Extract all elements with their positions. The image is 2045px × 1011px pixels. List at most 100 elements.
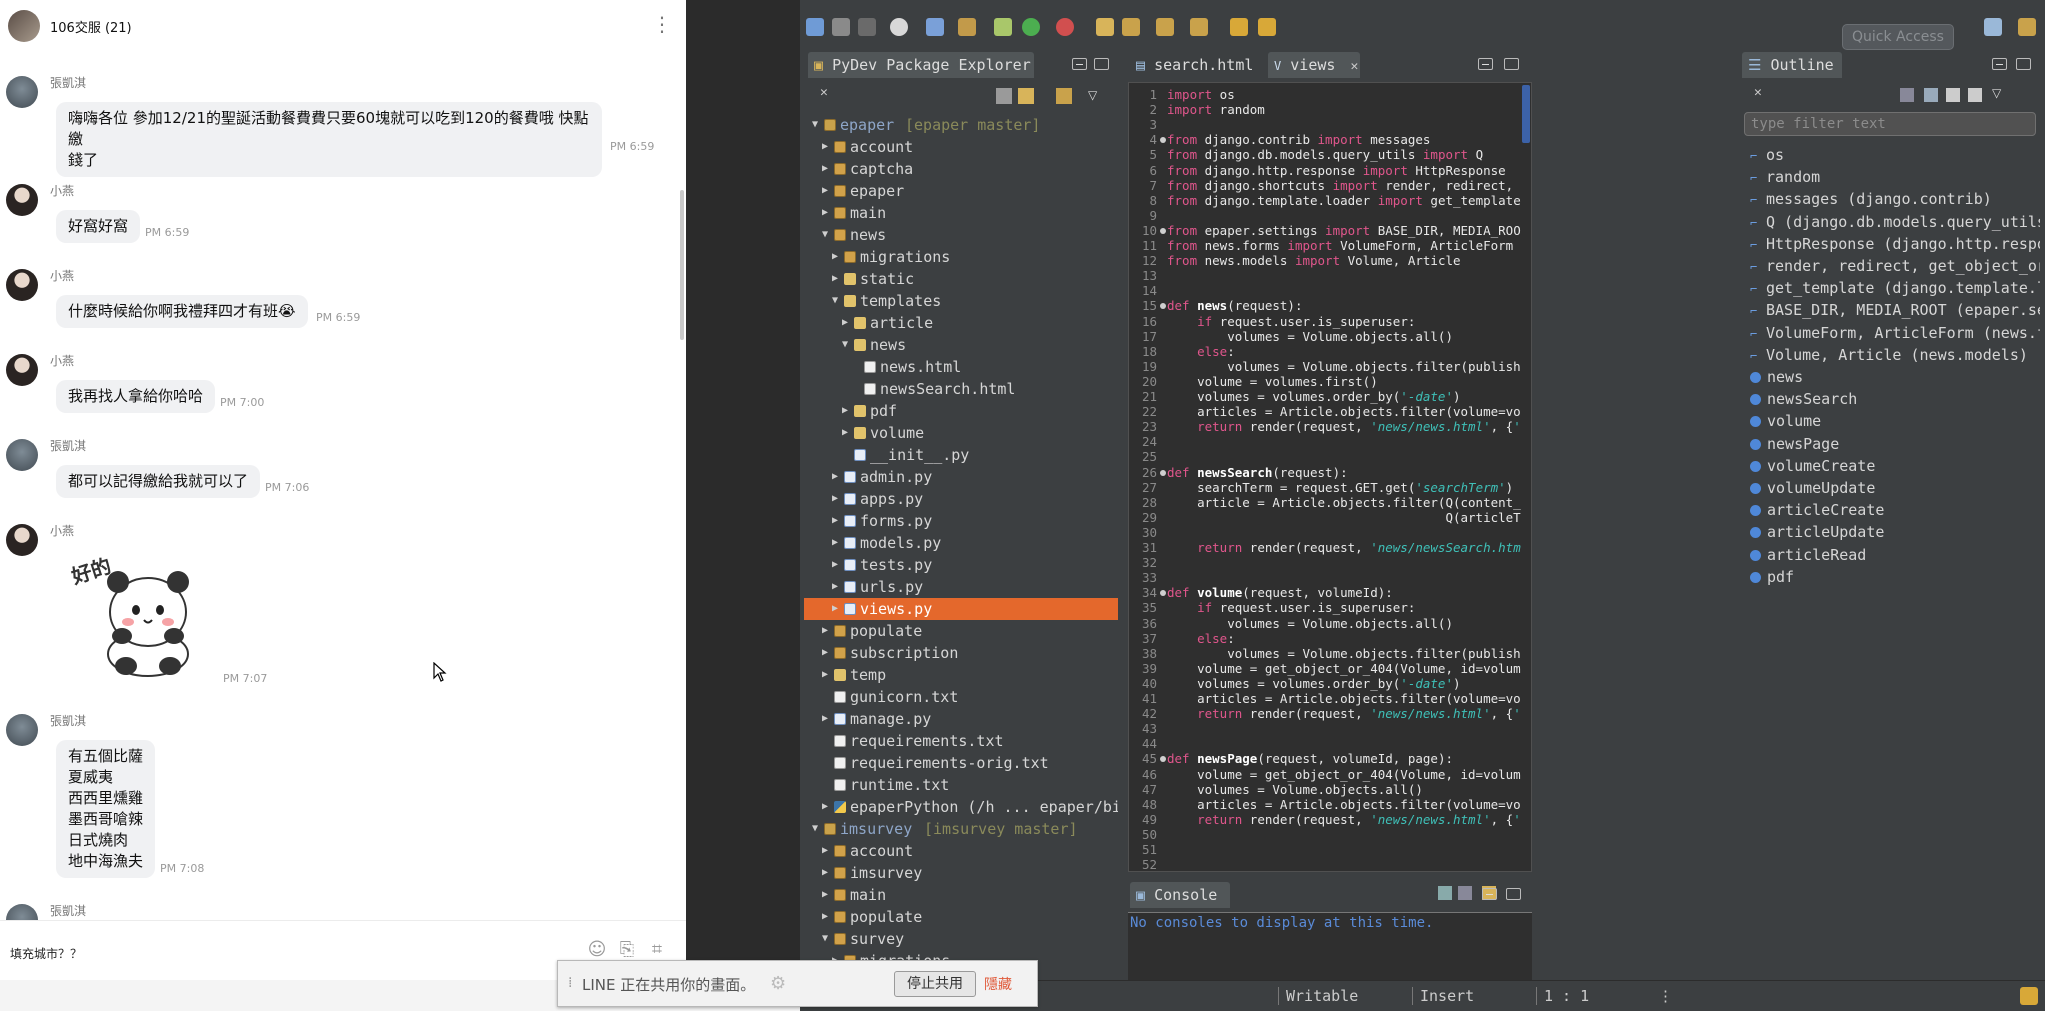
tree-item[interactable]: ▼ epaper [epaper master]	[804, 114, 1118, 136]
pydev-icon[interactable]	[958, 18, 976, 36]
hide-fields-icon[interactable]	[1900, 88, 1914, 102]
collapsed-arrow-icon[interactable]: ▶	[822, 796, 828, 818]
message-input[interactable]: 填充城市？？	[10, 945, 82, 962]
collapsed-arrow-icon[interactable]: ▶	[822, 708, 828, 730]
fold-marker-icon[interactable]	[1160, 303, 1166, 310]
pydev-perspective-icon[interactable]	[2018, 18, 2036, 36]
collapsed-arrow-icon[interactable]: ▶	[822, 862, 828, 884]
tree-item[interactable]: ▶ static	[804, 268, 1118, 290]
more-status-icon[interactable]: ⋮	[1658, 987, 1673, 1005]
outline-item[interactable]: volume	[1750, 410, 2040, 432]
expanded-arrow-icon[interactable]: ▼	[812, 114, 818, 136]
avatar[interactable]	[6, 184, 38, 216]
collapsed-arrow-icon[interactable]: ▶	[822, 642, 828, 664]
collapsed-arrow-icon[interactable]: ▶	[822, 620, 828, 642]
collapsed-arrow-icon[interactable]: ▶	[822, 906, 828, 928]
screenshot-icon[interactable]: ⌗	[646, 939, 668, 961]
tree-item[interactable]: ▶ populate	[804, 620, 1118, 642]
outline-item[interactable]: ⌐ BASE_DIR, MEDIA_ROOT (epaper.settin	[1750, 299, 2040, 321]
display-console-icon[interactable]	[1438, 886, 1452, 900]
tree-item[interactable]: ▶ temp	[804, 664, 1118, 686]
tree-item[interactable]: ▶ volume	[804, 422, 1118, 444]
outline-item[interactable]: ⌐ Q (django.db.models.query_utils)	[1750, 211, 2040, 233]
close-icon[interactable]: ✕	[1350, 59, 1358, 74]
code-editor[interactable]: 1 import os 2 import random 3 4 from django.co…	[1128, 82, 1532, 872]
collapsed-arrow-icon[interactable]: ▶	[832, 598, 838, 620]
forward-icon[interactable]	[1258, 18, 1276, 36]
tree-item[interactable]: ▶ subscription	[804, 642, 1118, 664]
minimize-button[interactable]	[1478, 58, 1493, 70]
minimize-button[interactable]	[1992, 58, 2007, 70]
collapsed-arrow-icon[interactable]: ▶	[822, 664, 828, 686]
tree-item[interactable]: ▼ templates	[804, 290, 1118, 312]
more-options-icon[interactable]: ⋮	[652, 14, 672, 34]
collapsed-arrow-icon[interactable]: ▶	[822, 840, 828, 862]
outline-item[interactable]: news	[1750, 366, 2040, 388]
fold-marker-icon[interactable]	[1160, 469, 1166, 476]
save-icon[interactable]	[832, 18, 850, 36]
fold-marker-icon[interactable]	[1160, 756, 1166, 763]
outline-item[interactable]: volumeUpdate	[1750, 477, 2040, 499]
console-output[interactable]: No consoles to display at this time.	[1128, 912, 1532, 980]
fold-marker-icon[interactable]	[1160, 590, 1166, 597]
tree-item[interactable]: ▶ views.py	[804, 598, 1118, 620]
tree-item[interactable]: ▶ imsurvey	[804, 862, 1118, 884]
maximize-button[interactable]	[1094, 58, 1109, 70]
expanded-arrow-icon[interactable]: ▼	[842, 334, 848, 356]
collapsed-arrow-icon[interactable]: ▶	[832, 488, 838, 510]
emoji-icon[interactable]: ☺	[586, 939, 608, 961]
tab-views[interactable]: V views ✕	[1268, 52, 1360, 78]
wand-icon[interactable]	[1122, 18, 1140, 36]
tree-item[interactable]: ▶ forms.py	[804, 510, 1118, 532]
avatar[interactable]	[6, 439, 38, 471]
back-icon[interactable]	[1230, 18, 1248, 36]
bug-icon[interactable]	[994, 18, 1012, 36]
collapsed-arrow-icon[interactable]: ▶	[832, 510, 838, 532]
run-icon[interactable]	[1022, 18, 1040, 36]
collapse-all-icon[interactable]	[996, 88, 1012, 104]
expanded-arrow-icon[interactable]: ▼	[822, 224, 828, 246]
next-annotation-icon[interactable]	[1190, 18, 1208, 36]
minimize-button[interactable]	[1482, 888, 1497, 900]
terminal-icon[interactable]	[926, 18, 944, 36]
tab-search-html[interactable]: ▤ search.html	[1130, 52, 1260, 78]
hide-button[interactable]: 隱藏	[984, 974, 1012, 994]
tree-item[interactable]: ▶ tests.py	[804, 554, 1118, 576]
expanded-arrow-icon[interactable]: ▼	[812, 818, 818, 840]
outline-item[interactable]: ⌐ os	[1750, 144, 2040, 166]
collapsed-arrow-icon[interactable]: ▶	[832, 268, 838, 290]
new-icon[interactable]	[806, 18, 824, 36]
outline-item[interactable]: volumeCreate	[1750, 455, 2040, 477]
tree-item[interactable]: ▼ news	[804, 224, 1118, 246]
tree-item[interactable]: ▼ news	[804, 334, 1118, 356]
panda-sticker[interactable]: 好的	[66, 550, 206, 680]
collapsed-arrow-icon[interactable]: ▶	[822, 136, 828, 158]
expanded-arrow-icon[interactable]: ▼	[832, 290, 838, 312]
group-avatar[interactable]	[8, 10, 40, 42]
sort-icon[interactable]	[1924, 88, 1938, 102]
collapsed-arrow-icon[interactable]: ▶	[842, 312, 848, 334]
tab-package-explorer[interactable]: ▣ PyDev Package Explorer ✕	[808, 52, 1034, 100]
debug-icon[interactable]	[890, 18, 908, 36]
outline-item[interactable]: ⌐ render, redirect, get_object_or_404	[1750, 255, 2040, 277]
collapsed-arrow-icon[interactable]: ▶	[822, 884, 828, 906]
tree-item[interactable]: ▶ migrations	[804, 246, 1118, 268]
pin-console-icon[interactable]	[1458, 886, 1472, 900]
outline-item[interactable]: pdf	[1750, 566, 2040, 588]
tree-item[interactable]: ▶ main	[804, 884, 1118, 906]
tree-item[interactable]: ▶ manage.py	[804, 708, 1118, 730]
maximize-button[interactable]	[2016, 58, 2031, 70]
tree-item[interactable]: requeirements-orig.txt	[804, 752, 1118, 774]
fold-marker-icon[interactable]	[1160, 227, 1166, 234]
tree-item[interactable]: runtime.txt	[804, 774, 1118, 796]
maximize-button[interactable]	[1506, 888, 1521, 900]
notification-icon[interactable]	[2020, 987, 2038, 1005]
tree-item[interactable]: news.html	[804, 356, 1118, 378]
tree-item[interactable]: ▶ pdf	[804, 400, 1118, 422]
outline-item[interactable]: articleUpdate	[1750, 521, 2040, 543]
collapsed-arrow-icon[interactable]: ▶	[822, 158, 828, 180]
filter-icon[interactable]	[1056, 88, 1072, 104]
editor-scroll-thumb[interactable]	[1522, 85, 1530, 143]
tree-item[interactable]: newsSearch.html	[804, 378, 1118, 400]
tree-item[interactable]: ▶ apps.py	[804, 488, 1118, 510]
